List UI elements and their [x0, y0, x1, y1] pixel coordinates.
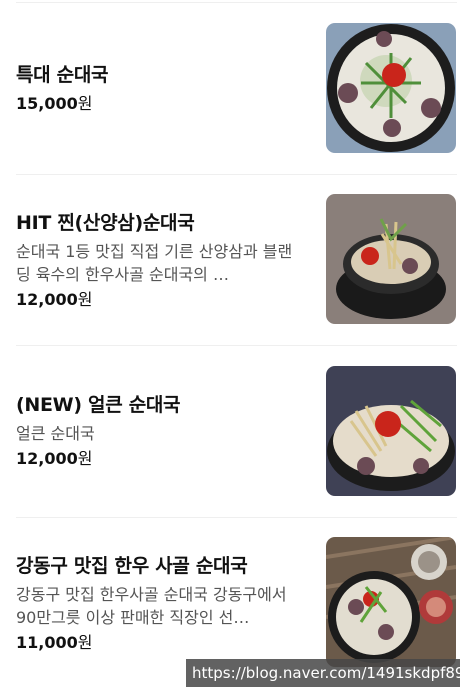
menu-item-info: 특대 순대국 15,000원: [16, 2, 306, 174]
menu-item-name: 강동구 맛집 한우 사골 순대국: [16, 554, 248, 577]
menu-item-name: HIT 찐(산양삼)순대국: [16, 211, 195, 234]
menu-item-price: 15,000원: [16, 92, 306, 115]
menu-item-info: HIT 찐(산양삼)순대국 순대국 1등 맛집 직접 기른 산양삼과 블랜딩 육…: [16, 174, 306, 346]
menu-item-name: (NEW) 얼큰 순대국: [16, 394, 181, 416]
menu-item-photo[interactable]: [326, 23, 456, 153]
menu-item-description: 순대국 1등 맛집 직접 기른 산양삼과 블랜딩 육수의 한우사골 순대국의 …: [16, 241, 293, 284]
price-number: 12,000: [16, 289, 78, 309]
menu-item-description: 강동구 맛집 한우사골 순대국 강동구에서 90만그릇 이상 판매한 직장인 선…: [16, 584, 287, 627]
menu-item[interactable]: HIT 찐(산양삼)순대국 순대국 1등 맛집 직접 기른 산양삼과 블랜딩 육…: [0, 174, 473, 346]
menu-item-price: 12,000원: [16, 288, 306, 311]
menu-item-price: 12,000원: [16, 447, 306, 470]
price-unit: 원: [77, 289, 93, 309]
menu-item[interactable]: (NEW) 얼큰 순대국 얼큰 순대국 12,000원: [0, 345, 473, 517]
price-unit: 원: [77, 93, 93, 113]
price-unit: 원: [77, 449, 93, 468]
price-number: 11,000: [16, 632, 78, 652]
menu-item[interactable]: 특대 순대국 15,000원: [0, 2, 473, 174]
menu-item-photo[interactable]: [326, 194, 456, 324]
menu-item-photo[interactable]: [326, 537, 456, 667]
price-number: 12,000: [16, 449, 78, 468]
menu-item-description: 얼큰 순대국: [16, 424, 95, 443]
menu-item-name: 특대 순대국: [16, 63, 109, 86]
blog-url-watermark: https://blog.naver.com/1491skdpf89: [186, 659, 464, 687]
menu-item-info: (NEW) 얼큰 순대국 얼큰 순대국 12,000원: [16, 345, 306, 517]
price-unit: 원: [77, 632, 93, 652]
menu-item-price: 11,000원: [16, 631, 306, 654]
menu-item-photo[interactable]: [326, 366, 456, 496]
price-number: 15,000: [16, 93, 78, 113]
